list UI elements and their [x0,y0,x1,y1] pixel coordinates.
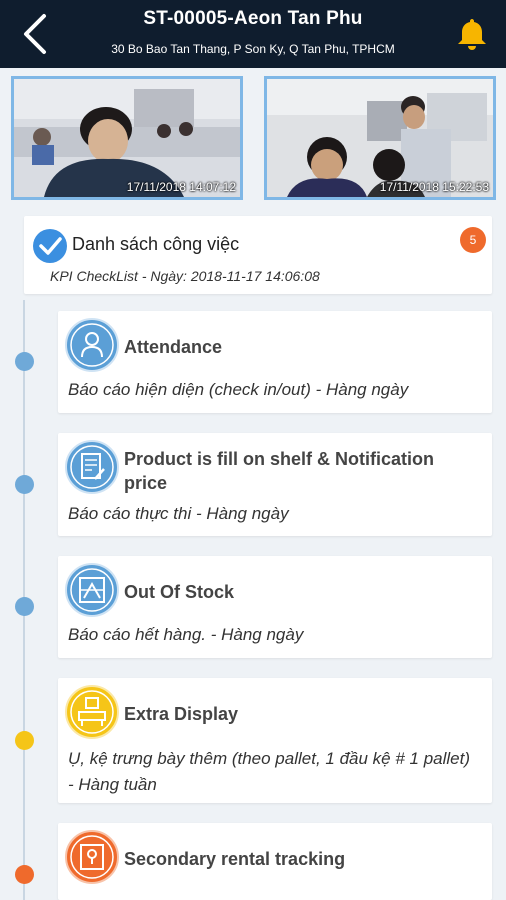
work-list-subtitle: KPI CheckList - Ngày: 2018-11-17 14:06:0… [50,268,320,284]
task-title: Attendance [124,337,223,357]
task-description: Báo cáo thực thi - Hàng ngày [68,504,289,523]
timeline-dot [15,352,34,371]
work-list-title: Danh sách công việc [72,234,240,254]
store-photo-1[interactable]: 17/11/2018 14:07:12 [11,76,243,200]
chevron-left-icon [24,14,46,54]
task-title: Out Of Stock [124,582,235,602]
task-card-attendance[interactable]: Attendance Báo cáo hiện diện (check in/o… [58,311,492,413]
photo-timestamp: 17/11/2018 14:07:12 [126,180,236,194]
photo-timestamp: 17/11/2018 15:22:53 [379,180,489,194]
notification-button[interactable] [454,16,490,52]
timeline-dot [15,731,34,750]
work-list-card[interactable]: Danh sách công việc KPI CheckList - Ngày… [24,216,492,294]
task-card-product-fill[interactable]: Product is fill on shelf & Notification … [58,433,492,536]
task-card-secondary-rental[interactable]: Secondary rental tracking [58,823,492,900]
task-card-extra-display[interactable]: Extra Display Ụ, kệ trưng bày thêm (theo… [58,678,492,803]
rental-tracking-icon [65,830,119,884]
display-stand-icon [65,685,119,739]
app-header: ST-00005-Aeon Tan Phu 30 Bo Bao Tan Than… [0,0,506,68]
task-title: Extra Display [124,704,239,724]
task-description: Báo cáo hiện diện (check in/out) - Hàng … [68,380,409,399]
task-title: Secondary rental tracking [124,849,346,869]
timeline-dot [15,597,34,616]
store-title: ST-00005-Aeon Tan Phu [143,8,363,29]
timeline-dot [15,865,34,884]
task-title: Product is fill on shelf & Notification … [124,449,435,493]
bell-icon [458,19,486,50]
back-button[interactable] [18,12,52,56]
check-circle-icon [33,229,67,263]
task-count-badge: 5 [460,227,486,253]
timeline-dot [15,475,34,494]
store-address: 30 Bo Bao Tan Thang, P Son Ky, Q Tan Phu… [111,42,395,56]
shelf-icon [65,563,119,617]
store-photo-2[interactable]: 17/11/2018 15:22:53 [264,76,496,200]
task-description: Ụ, kệ trưng bày thêm (theo pallet, 1 đầu… [68,749,470,794]
task-description: Báo cáo hết hàng. - Hàng ngày [68,625,304,644]
document-edit-icon [65,440,119,494]
user-icon [65,318,119,372]
task-card-out-of-stock[interactable]: Out Of Stock Báo cáo hết hàng. - Hàng ng… [58,556,492,658]
